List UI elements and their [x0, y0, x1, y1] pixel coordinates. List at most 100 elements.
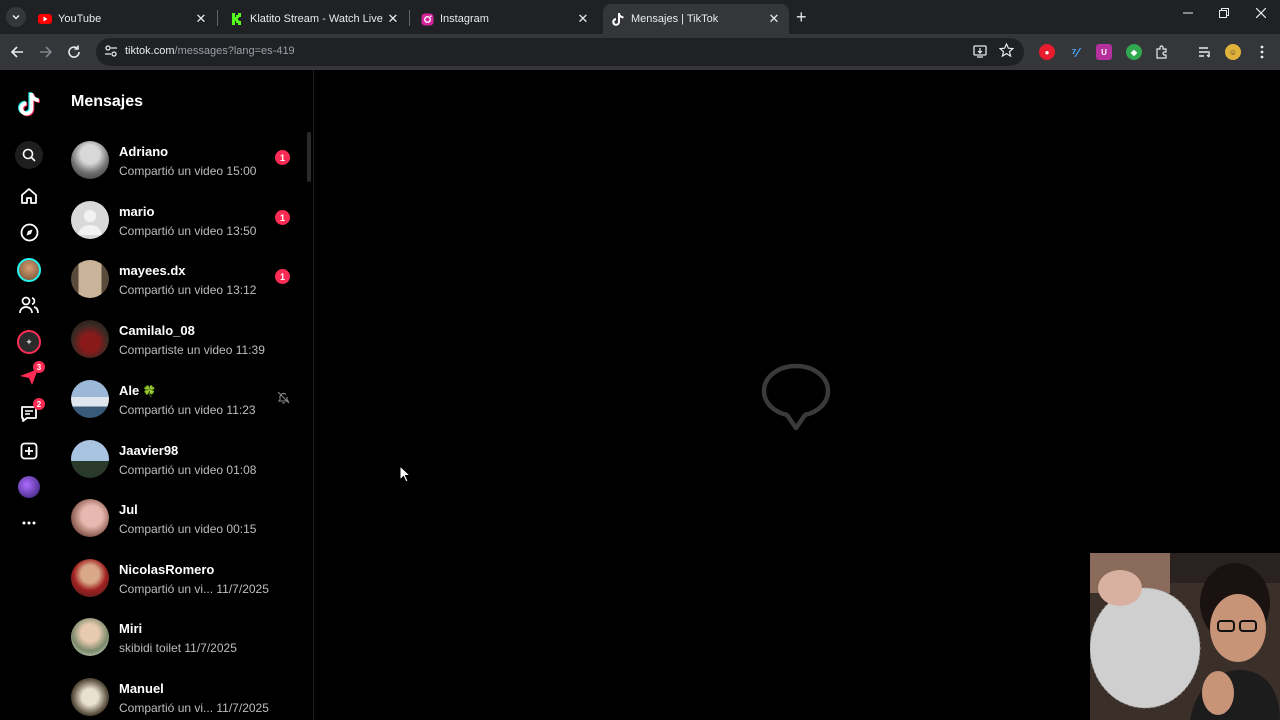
conversation-item[interactable]: Ale 🍀 Compartió un video 11:23: [58, 380, 308, 438]
nav-following-avatar[interactable]: [17, 258, 41, 282]
avatar: [71, 559, 109, 597]
site-settings-icon[interactable]: [104, 44, 118, 63]
avatar: [71, 499, 109, 537]
forward-button[interactable]: [36, 42, 56, 62]
conversation-time: 11/7/2025: [216, 701, 269, 715]
restore-button[interactable]: [1214, 6, 1234, 21]
new-tab-button[interactable]: +: [796, 8, 807, 26]
conversation-item[interactable]: Miri skibidi toilet 11/7/2025: [58, 618, 308, 676]
media-control-button[interactable]: [1195, 42, 1215, 62]
nav-profile-avatar[interactable]: [18, 476, 40, 498]
extension-opera-icon[interactable]: ●: [1039, 44, 1055, 60]
extension-translate-icon[interactable]: ⁷⁄: [1067, 44, 1083, 60]
messages-panel: Mensajes Adriano Compartió un video 15:0…: [58, 70, 314, 720]
url-text: tiktok.com/messages?lang=es-419: [125, 45, 295, 57]
nav-friends[interactable]: [18, 294, 40, 316]
bookmark-star-icon[interactable]: [998, 42, 1015, 63]
tiktok-logo-icon[interactable]: [16, 92, 42, 118]
tab-klatito-stream[interactable]: Klatito Stream - Watch Live on ✕: [222, 4, 408, 34]
close-tab-icon[interactable]: ✕: [194, 11, 208, 27]
tab-title: Instagram: [440, 13, 489, 25]
conversation-name: Camilalo_08: [119, 323, 195, 338]
avatar: [71, 380, 109, 418]
tiktok-icon: [611, 12, 625, 26]
tab-search-button[interactable]: [6, 7, 26, 27]
arrow-right-icon: [40, 46, 53, 58]
unread-badge: 1: [275, 269, 290, 284]
nav-inbox[interactable]: 3: [18, 361, 45, 388]
search-icon: [22, 148, 36, 162]
tab-tiktok-messages[interactable]: Mensajes | TikTok ✕: [603, 4, 789, 34]
conversation-time: 13:50: [226, 224, 257, 238]
avatar: [71, 201, 109, 239]
conversation-item[interactable]: Camilalo_08 Compartiste un video 11:39: [58, 320, 308, 378]
browser-toolbar: tiktok.com/messages?lang=es-419 ● ⁷⁄ U ◆…: [0, 34, 1280, 70]
back-button[interactable]: [7, 42, 27, 62]
extension-green-icon[interactable]: ◆: [1126, 44, 1142, 60]
instagram-icon: [420, 12, 434, 26]
nav-home[interactable]: [18, 185, 40, 207]
home-icon: [21, 188, 37, 204]
unread-badge: 1: [275, 150, 290, 165]
close-window-button[interactable]: [1251, 6, 1271, 21]
close-tab-icon[interactable]: ✕: [386, 11, 400, 27]
conversation-preview: skibidi toilet 11/7/2025: [119, 641, 237, 655]
nav-upload[interactable]: [18, 440, 40, 462]
webcam-image: [1090, 553, 1280, 720]
conversation-item[interactable]: mario Compartió un video 13:50 1: [58, 201, 308, 259]
messages-badge: 2: [33, 398, 45, 410]
minimize-button[interactable]: [1178, 6, 1198, 21]
conversation-name: NicolasRomero: [119, 562, 215, 577]
tab-title: Klatito Stream - Watch Live on: [250, 13, 386, 25]
default-user-icon: [78, 210, 102, 235]
avatar: [71, 141, 109, 179]
extension-shield-icon[interactable]: U: [1096, 44, 1112, 60]
muted-bell-icon: [277, 391, 290, 409]
conversation-preview: Compartió un video 13:12: [119, 283, 257, 297]
page-title: Mensajes: [71, 93, 144, 110]
nav-explore[interactable]: [18, 221, 40, 243]
arrow-left-icon: [10, 46, 23, 58]
profile-avatar-icon[interactable]: ☺: [1225, 44, 1241, 60]
conversation-time: 11/7/2025: [216, 582, 269, 596]
conversation-preview: Compartió un video 01:08: [119, 463, 257, 477]
avatar: [71, 678, 109, 716]
chat-bubble-icon: [760, 360, 832, 439]
conversation-item[interactable]: Adriano Compartió un video 15:00 1: [58, 141, 308, 199]
close-tab-icon[interactable]: ✕: [767, 11, 781, 27]
conversation-time: 13:12: [226, 283, 257, 297]
nav-more[interactable]: [18, 512, 40, 534]
conversation-item[interactable]: NicolasRomero Compartió un vi... 11/7/20…: [58, 559, 308, 617]
compass-icon: [20, 223, 38, 241]
nav-live-avatar[interactable]: ✦: [17, 330, 41, 354]
conversation-item[interactable]: Jul Compartió un video 00:15: [58, 499, 308, 557]
reload-button[interactable]: [64, 42, 84, 62]
conversation-item[interactable]: Jaavier98 Compartió un video 01:08: [58, 440, 308, 498]
more-vertical-icon: [1260, 45, 1264, 59]
nav-messages[interactable]: 2: [18, 398, 45, 425]
close-tab-icon[interactable]: ✕: [576, 11, 590, 27]
avatar: [71, 260, 109, 298]
browser-menu-button[interactable]: [1252, 42, 1272, 62]
conversation-item[interactable]: mayees.dx Compartió un video 13:12 1: [58, 260, 308, 318]
conversation-name: Manuel: [119, 681, 164, 696]
conversation-name: Miri: [119, 621, 143, 636]
conversation-preview: Compartió un vi... 11/7/2025: [119, 701, 269, 715]
conversation-time: 11:23: [226, 403, 256, 417]
tab-separator: [409, 10, 410, 26]
extensions-button[interactable]: [1152, 42, 1172, 62]
conversation-item[interactable]: Manuel Compartió un vi... 11/7/2025: [58, 678, 308, 720]
youtube-icon: [38, 12, 52, 26]
conversation-time: 11/7/2025: [184, 641, 237, 655]
avatar: [71, 320, 109, 358]
conversation-time: 15:00: [226, 164, 257, 178]
conversation-time: 01:08: [226, 463, 257, 477]
more-horizontal-icon: [22, 521, 36, 525]
address-bar[interactable]: tiktok.com/messages?lang=es-419: [96, 38, 1024, 66]
conversation-name: Jul: [119, 502, 138, 517]
tab-youtube[interactable]: YouTube ✕: [30, 4, 216, 34]
tab-instagram[interactable]: Instagram ✕: [412, 4, 598, 34]
search-button[interactable]: [15, 141, 43, 169]
install-app-icon[interactable]: [973, 44, 987, 63]
kick-icon: [230, 12, 244, 26]
